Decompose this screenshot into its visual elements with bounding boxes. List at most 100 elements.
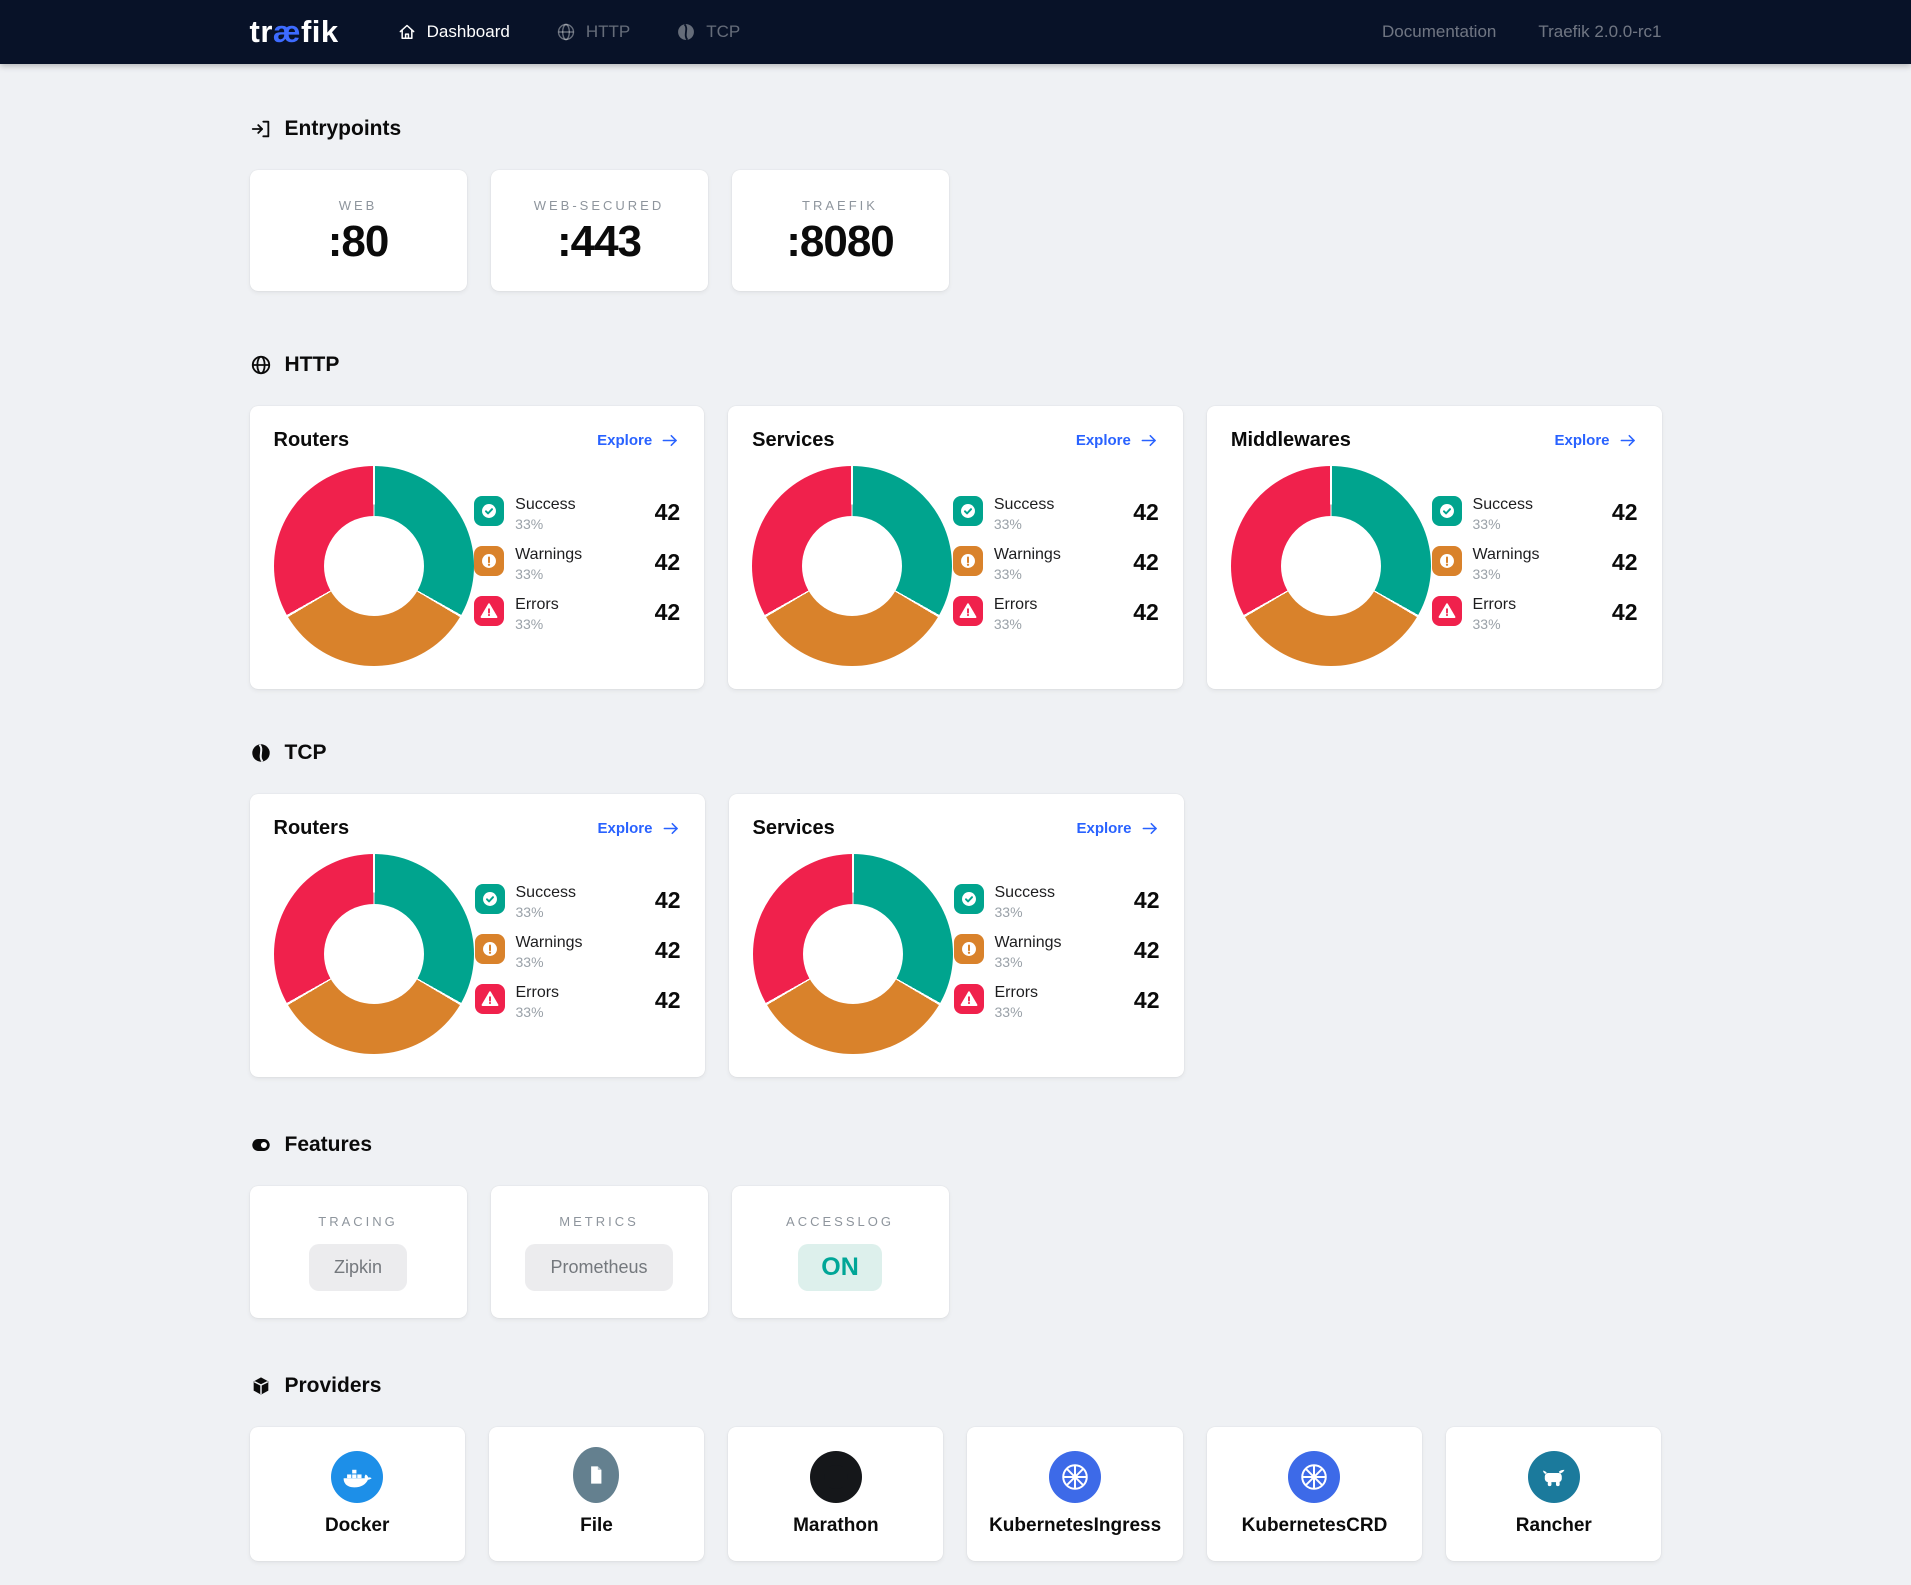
- legend-row-warnings: Warnings33% 42: [953, 546, 1159, 586]
- entrypoint-card-web-secured: WEB-SECURED :443: [491, 170, 708, 291]
- provider-name: KubernetesIngress: [967, 1515, 1182, 1537]
- entrypoint-port: :8080: [732, 217, 949, 267]
- tcp-icon: [676, 22, 696, 42]
- explore-link[interactable]: Explore: [597, 819, 680, 838]
- marathon-icon: [810, 1451, 862, 1503]
- legend-row-errors: Errors33% 42: [953, 596, 1159, 636]
- explore-link[interactable]: Explore: [1554, 431, 1637, 450]
- legend-value: 42: [655, 599, 681, 626]
- entrypoint-port: :80: [250, 217, 467, 267]
- explore-link[interactable]: Explore: [1076, 819, 1159, 838]
- legend-row-warnings: Warnings33% 42: [475, 934, 681, 974]
- nav-label: HTTP: [586, 22, 630, 42]
- tcp-routers-card: Routers Explore Success33% 42 Warn: [250, 794, 705, 1077]
- legend-label: Errors: [994, 596, 1038, 614]
- donut-hole: [324, 516, 424, 616]
- feature-card-accesslog: ACCESSLOG ON: [732, 1186, 949, 1318]
- legend-value: 42: [1134, 937, 1160, 964]
- legend-value: 42: [1133, 499, 1159, 526]
- donut-hole: [324, 904, 424, 1004]
- legend-label: Success: [515, 496, 575, 514]
- legend-label: Errors: [516, 984, 560, 1002]
- legend-row-success: Success33% 42: [953, 496, 1159, 536]
- status-donut-chart: [274, 466, 474, 666]
- http-services-card: Services Explore Success33% 42 War: [728, 406, 1183, 689]
- feature-value-badge: Zipkin: [309, 1244, 407, 1291]
- legend-percent: 33%: [515, 566, 582, 582]
- kubernetes-icon: [1049, 1451, 1101, 1503]
- legend-label: Warnings: [516, 934, 583, 952]
- logo-ae: æ: [273, 14, 301, 49]
- provider-card-docker: Docker: [250, 1427, 465, 1561]
- feature-card-metrics: METRICS Prometheus: [491, 1186, 708, 1318]
- entrypoint-port: :443: [491, 217, 708, 267]
- entrypoint-name: WEB: [250, 198, 467, 213]
- arrow-right-icon: [1141, 819, 1160, 838]
- warning-icon: [953, 546, 983, 576]
- legend-label: Warnings: [995, 934, 1062, 952]
- card-title: Routers: [274, 817, 350, 840]
- legend-value: 42: [1133, 549, 1159, 576]
- legend-percent: 33%: [995, 1004, 1039, 1020]
- legend-percent: 33%: [516, 1004, 560, 1020]
- nav-item-tcp[interactable]: TCP: [676, 22, 740, 42]
- warning-icon: [954, 934, 984, 964]
- nav-item-http[interactable]: HTTP: [556, 22, 630, 42]
- legend-label: Success: [516, 884, 576, 902]
- error-icon: [475, 984, 505, 1014]
- explore-label: Explore: [1076, 432, 1131, 449]
- legend-value: 42: [1612, 549, 1638, 576]
- feature-value-badge: Prometheus: [525, 1244, 672, 1291]
- legend-value: 42: [1134, 887, 1160, 914]
- features-heading: Features: [250, 1133, 1662, 1157]
- chart-legend: Success33% 42 Warnings33% 42 Errors33% 4…: [953, 496, 1159, 636]
- nav-label: Dashboard: [427, 22, 510, 42]
- success-icon: [953, 496, 983, 526]
- card-title: Middlewares: [1231, 429, 1351, 452]
- tcp-heading: TCP: [250, 741, 1662, 765]
- arrow-right-icon: [1140, 431, 1159, 450]
- legend-label: Errors: [1473, 596, 1517, 614]
- legend-label: Success: [994, 496, 1054, 514]
- warning-icon: [1432, 546, 1462, 576]
- explore-label: Explore: [1554, 432, 1609, 449]
- legend-value: 42: [1133, 599, 1159, 626]
- arrow-right-icon: [661, 431, 680, 450]
- nav-label: TCP: [706, 22, 740, 42]
- legend-row-success: Success33% 42: [474, 496, 680, 536]
- legend-row-warnings: Warnings33% 42: [1432, 546, 1638, 586]
- legend-label: Errors: [515, 596, 559, 614]
- legend-percent: 33%: [1473, 616, 1517, 632]
- card-title: Services: [752, 429, 834, 452]
- explore-label: Explore: [597, 432, 652, 449]
- feature-on-badge: ON: [798, 1244, 882, 1291]
- kubernetes-icon: [1288, 1451, 1340, 1503]
- provider-name: Marathon: [728, 1515, 943, 1537]
- section-title: Features: [285, 1133, 373, 1157]
- provider-card-kubernetes-crd: KubernetesCRD: [1207, 1427, 1422, 1561]
- feature-card-tracing: TRACING Zipkin: [250, 1186, 467, 1318]
- globe-icon: [556, 22, 576, 42]
- legend-label: Errors: [995, 984, 1039, 1002]
- chart-legend: Success33% 42 Warnings33% 42 Errors33% 4…: [954, 884, 1160, 1024]
- sign-in-icon: [250, 118, 272, 140]
- error-icon: [953, 596, 983, 626]
- section-title: TCP: [285, 741, 327, 765]
- entrypoints-heading: Entrypoints: [250, 117, 1662, 141]
- package-icon: [250, 1375, 272, 1397]
- home-icon: [397, 22, 417, 42]
- chart-legend: Success33% 42 Warnings33% 42 Errors33% 4…: [1432, 496, 1638, 636]
- docker-icon: [331, 1451, 383, 1503]
- documentation-link[interactable]: Documentation: [1382, 22, 1496, 42]
- legend-row-errors: Errors33% 42: [1432, 596, 1638, 636]
- arrow-right-icon: [1619, 431, 1638, 450]
- legend-row-errors: Errors 33% 42: [475, 984, 681, 1024]
- rancher-icon: [1528, 1451, 1580, 1503]
- explore-link[interactable]: Explore: [597, 431, 680, 450]
- legend-value: 42: [655, 987, 681, 1014]
- provider-card-rancher: Rancher: [1446, 1427, 1661, 1561]
- explore-link[interactable]: Explore: [1076, 431, 1159, 450]
- legend-label: Success: [995, 884, 1055, 902]
- nav-item-dashboard[interactable]: Dashboard: [397, 22, 510, 42]
- status-donut-chart: [1231, 466, 1431, 666]
